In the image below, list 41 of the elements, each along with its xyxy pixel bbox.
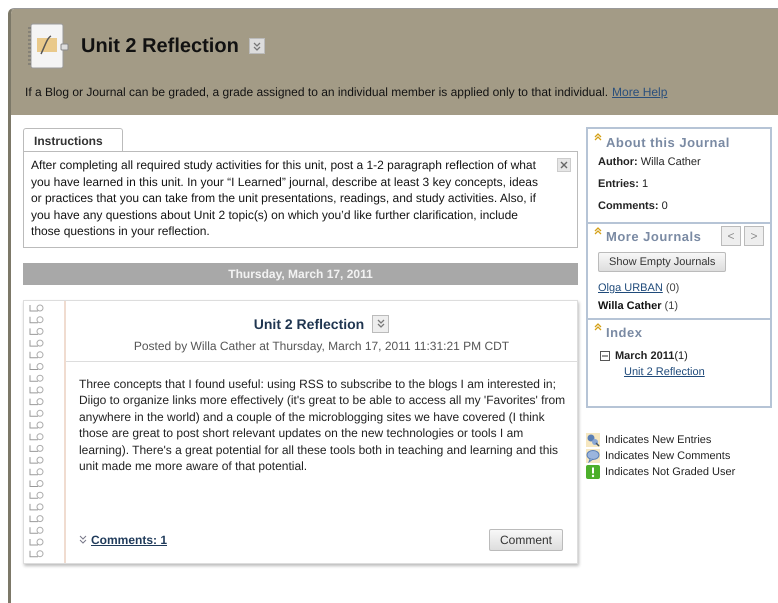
entry-text: Three concepts that I found useful: using RSS to subscribe to the blogs I am interested in; Diigo to organize links more effectively (it's great to be able to access all my 'Favorites' from anywhere in the world) and a couple of the microblogging sites we have covered (I think those are great to post short relevant updates on the new technologies or tools I am learning). There's a great potential for all these tools both in teaching and learning and this unit made me more aware of that potential. — [79, 376, 566, 474]
exclamation-icon — [586, 465, 600, 479]
entry-title[interactable]: Unit 2 Reflection — [254, 316, 364, 332]
journal-name[interactable]: Willa Cather — [598, 300, 662, 312]
chevron-icon — [252, 40, 262, 52]
journal-info: Comments: 0 — [598, 200, 669, 214]
legend-text: Indicates New Comments — [605, 450, 730, 462]
legend-text: Indicates New Entries — [605, 434, 712, 446]
page-title: Unit 2 Reflection — [81, 34, 239, 58]
speech-bubble-icon — [586, 449, 600, 463]
index-link[interactable]: Unit 2 Reflection — [624, 366, 705, 378]
collapse-icon — [594, 227, 602, 235]
collapse-icon — [594, 133, 602, 141]
menu-button[interactable] — [372, 314, 390, 332]
posted-by-text: Posted by Willa Cather at Thursday, March 17, 2011 11:31:21 PM CDT — [132, 338, 510, 352]
legend-text: Indicates Not Graded User — [605, 466, 736, 478]
chevron-icon — [376, 318, 386, 329]
journal-info: Entries: 1 — [598, 178, 650, 192]
panel-title: Index — [606, 325, 642, 340]
panel-title: About this Journal — [606, 135, 730, 150]
menu-button[interactable] — [248, 38, 265, 54]
journal-count: (0) — [664, 282, 680, 294]
show-empty-button[interactable]: Show Empty Journals — [598, 252, 726, 272]
magnifier-icon — [586, 433, 600, 447]
close-icon — [560, 161, 568, 169]
comments-link[interactable]: Comments: 1 — [79, 532, 168, 546]
journal-info: Author: Willa Cather — [598, 156, 702, 170]
close-button[interactable] — [557, 158, 571, 172]
panel-title: More Journals — [606, 229, 702, 244]
collapse-icon — [594, 323, 602, 331]
journal-link[interactable]: Olga URBAN — [598, 282, 663, 294]
instructions-tab[interactable]: Instructions — [23, 128, 123, 152]
comment-button[interactable]: Comment — [488, 528, 563, 550]
help-text: If a Blog or Journal can be graded, a grade assigned to an individual member is applied only to that individual. — [25, 85, 608, 99]
instructions-text: After completing all required study activities for this unit, post a 1-2 paragraph reflection of what you have learned in this unit. In your “I Learned” journal, describe at least 3 key concepts, ideas or practices that you can take from the unit presentations, readings, and study activities. Also, if you have any questions about Unit 2 topic(s) on which you’d like further clarification, include those questions in your reflection. — [31, 157, 539, 240]
journal-icon — [25, 22, 69, 70]
collapse-icon[interactable] — [600, 351, 610, 361]
month-label[interactable]: March 2011(1) — [615, 350, 688, 362]
journal-count: (1) — [664, 300, 678, 312]
date-bar: Thursday, March 17, 2011 — [23, 262, 578, 284]
chevron-icon — [79, 535, 87, 544]
